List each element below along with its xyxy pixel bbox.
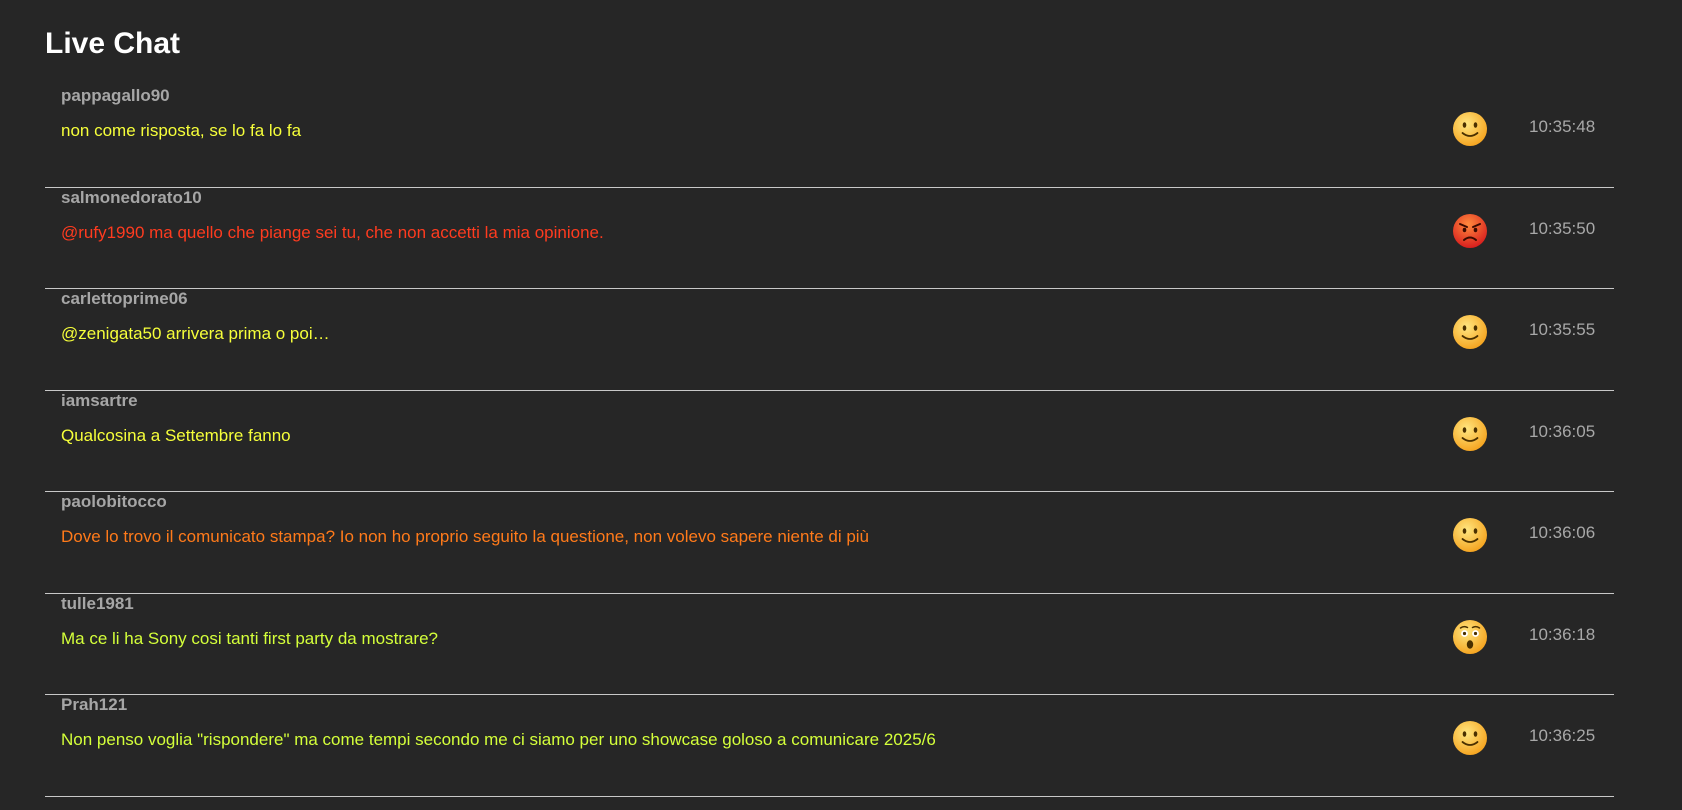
slightly-smiling-face-icon	[1453, 721, 1487, 755]
chat-message: tulle1981 Ma ce li ha Sony cosi tanti fi…	[45, 594, 1614, 695]
message-username[interactable]: salmonedorato10	[61, 188, 202, 208]
chat-message: paolobitocco Dove lo trovo il comunicato…	[45, 492, 1614, 594]
angry-face-icon	[1453, 213, 1487, 248]
message-text: Non penso voglia "rispondere" ma come te…	[61, 730, 936, 749]
message-timestamp: 10:35:48	[1529, 117, 1596, 136]
chat-message: salmonedorato10 @rufy1990 ma quello che …	[45, 188, 1614, 289]
message-timestamp: 10:36:05	[1529, 421, 1596, 441]
message-username[interactable]: paolobitocco	[61, 492, 167, 512]
message-timestamp: 10:36:06	[1529, 523, 1596, 542]
message-username[interactable]: pappagallo90	[61, 86, 170, 106]
message-text: Ma ce li ha Sony cosi tanti first party …	[61, 628, 438, 648]
message-timestamp: 10:36:18	[1529, 624, 1596, 644]
message-timestamp: 10:35:55	[1529, 320, 1596, 339]
slightly-smiling-face-icon	[1453, 518, 1487, 552]
message-text: Dove lo trovo il comunicato stampa? Io n…	[61, 527, 870, 546]
message-text: non come risposta, se lo fa lo fa	[61, 121, 302, 140]
message-text: @rufy1990 ma quello che piange sei tu, c…	[61, 222, 604, 242]
page-title: Live Chat	[45, 27, 181, 60]
slightly-smiling-face-icon	[1453, 416, 1487, 451]
slightly-smiling-face-icon	[1453, 112, 1487, 146]
message-username[interactable]: iamsartre	[61, 391, 138, 411]
message-text: @zenigata50 arrivera prima o poi…	[61, 324, 330, 343]
message-timestamp: 10:36:25	[1529, 726, 1596, 745]
chat-message: carlettoprime06 @zenigata50 arrivera pri…	[45, 289, 1614, 391]
astonished-face-icon	[1453, 619, 1487, 654]
chat-message: iamsartre Qualcosina a Settembre fanno 1…	[45, 391, 1614, 492]
message-username[interactable]: tulle1981	[61, 594, 134, 614]
chat-message-list[interactable]: pappagallo90 non come risposta, se lo fa…	[45, 86, 1614, 797]
message-username[interactable]: Prah121	[61, 695, 127, 715]
live-chat-page: Live Chat pappagallo90 non come risposta…	[0, 0, 1682, 810]
chat-message: Prah121 Non penso voglia "rispondere" ma…	[45, 695, 1614, 797]
message-timestamp: 10:35:50	[1529, 218, 1596, 238]
slightly-smiling-face-icon	[1453, 315, 1487, 349]
chat-message: pappagallo90 non come risposta, se lo fa…	[45, 86, 1614, 188]
message-text: Qualcosina a Settembre fanno	[61, 425, 291, 445]
message-username[interactable]: carlettoprime06	[61, 289, 188, 309]
